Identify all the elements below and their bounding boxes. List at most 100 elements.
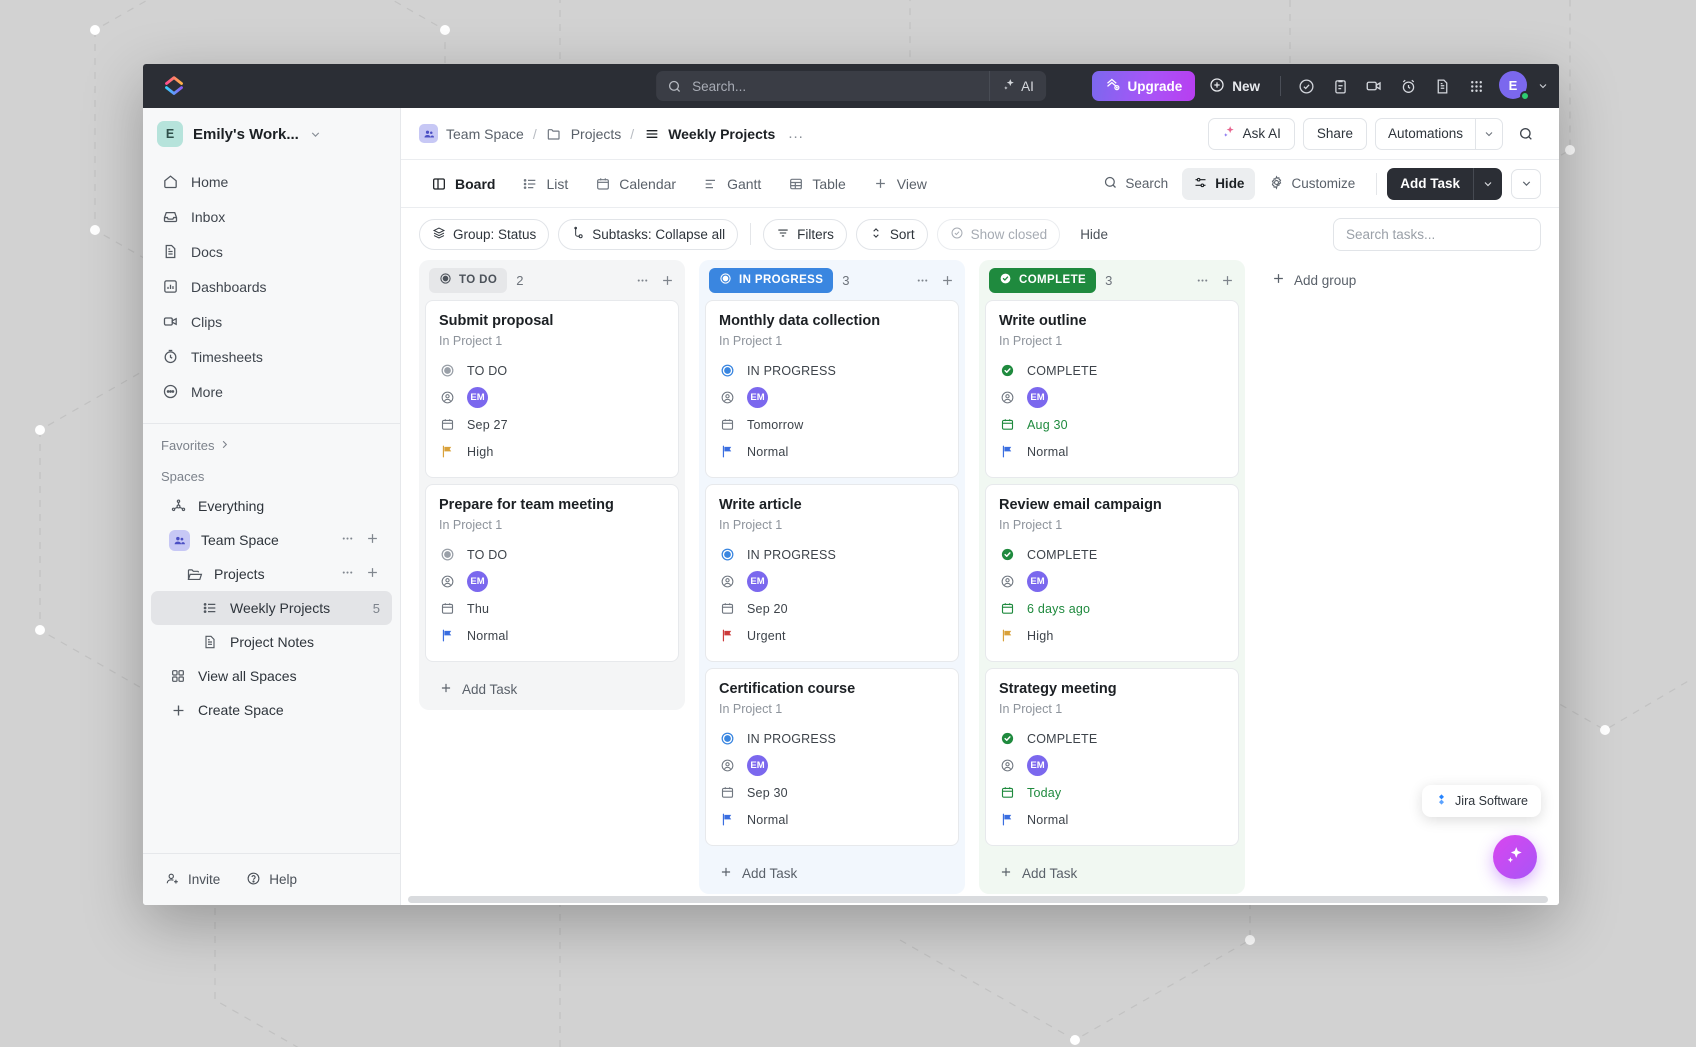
document-icon[interactable] bbox=[1427, 71, 1457, 101]
chevron-down-icon[interactable] bbox=[1475, 118, 1502, 149]
task-due-date-row[interactable]: Sep 20 bbox=[719, 595, 945, 622]
sidebar-item-project-notes[interactable]: Project Notes bbox=[151, 625, 392, 659]
help-button[interactable]: Help bbox=[246, 871, 297, 889]
breadcrumb-item-team-space[interactable]: Team Space bbox=[419, 124, 524, 143]
tab-gantt[interactable]: Gantt bbox=[691, 167, 772, 201]
task-priority-row[interactable]: Normal bbox=[999, 806, 1225, 833]
column-add-task[interactable]: Add Task bbox=[985, 852, 1239, 894]
task-assignee-row[interactable]: EM bbox=[439, 384, 665, 411]
breadcrumb-overflow-icon[interactable]: ... bbox=[784, 125, 808, 142]
task-status-row[interactable]: TO DO bbox=[439, 541, 665, 568]
sidebar-item-create-space[interactable]: Create Space bbox=[151, 693, 392, 727]
column-add-task[interactable]: Add Task bbox=[425, 668, 679, 710]
sidebar-item-home[interactable]: Home bbox=[151, 164, 392, 199]
task-assignee-row[interactable]: EM bbox=[999, 568, 1225, 595]
sidebar-item-projects[interactable]: Projects bbox=[151, 557, 392, 591]
automations-label[interactable]: Automations bbox=[1376, 119, 1475, 149]
customize-button[interactable]: Customize bbox=[1258, 168, 1366, 200]
subtasks-button[interactable]: Subtasks: Collapse all bbox=[558, 218, 739, 250]
global-search-box[interactable] bbox=[656, 71, 997, 101]
task-priority-row[interactable]: Normal bbox=[719, 806, 945, 833]
tab-calendar[interactable]: Calendar bbox=[583, 167, 687, 201]
task-assignee-row[interactable]: EM bbox=[999, 752, 1225, 779]
tab-board[interactable]: Board bbox=[419, 167, 506, 201]
clipboard-icon[interactable] bbox=[1325, 71, 1355, 101]
task-priority-row[interactable]: High bbox=[439, 438, 665, 465]
hide-fields-button[interactable]: Hide bbox=[1069, 219, 1119, 250]
task-priority-row[interactable]: Urgent bbox=[719, 622, 945, 649]
task-card[interactable]: Monthly data collection In Project 1 IN … bbox=[705, 300, 959, 478]
task-status-row[interactable]: COMPLETE bbox=[999, 725, 1225, 752]
more-options-icon[interactable] bbox=[915, 273, 930, 288]
task-assignee-row[interactable]: EM bbox=[999, 384, 1225, 411]
add-task-icon[interactable] bbox=[660, 273, 675, 288]
task-assignee-row[interactable]: EM bbox=[719, 752, 945, 779]
status-badge[interactable]: IN PROGRESS bbox=[709, 267, 834, 293]
app-grid-icon[interactable] bbox=[1461, 71, 1491, 101]
task-status-row[interactable]: IN PROGRESS bbox=[719, 725, 945, 752]
invite-button[interactable]: Invite bbox=[165, 871, 220, 889]
task-due-date-row[interactable]: Aug 30 bbox=[999, 411, 1225, 438]
sidebar-item-dashboards[interactable]: Dashboards bbox=[151, 269, 392, 304]
group-by-button[interactable]: Group: Status bbox=[419, 218, 550, 250]
sidebar-item-more[interactable]: More bbox=[151, 374, 392, 409]
sort-button[interactable]: Sort bbox=[855, 218, 928, 250]
task-card[interactable]: Strategy meeting In Project 1 COMPLETE E… bbox=[985, 668, 1239, 846]
add-view-button[interactable]: View bbox=[861, 167, 938, 201]
chevron-down-icon[interactable] bbox=[309, 128, 322, 141]
upgrade-button[interactable]: Upgrade bbox=[1092, 71, 1196, 101]
task-card[interactable]: Write outline In Project 1 COMPLETE EM A… bbox=[985, 300, 1239, 478]
sidebar-item-everything[interactable]: Everything bbox=[151, 489, 392, 523]
ai-button[interactable]: AI bbox=[989, 71, 1046, 101]
workspace-switcher[interactable]: E Emily's Work... bbox=[143, 108, 400, 160]
task-status-row[interactable]: COMPLETE bbox=[999, 357, 1225, 384]
sidebar-item-timesheets[interactable]: Timesheets bbox=[151, 339, 392, 374]
task-status-row[interactable]: TO DO bbox=[439, 357, 665, 384]
sidebar-item-inbox[interactable]: Inbox bbox=[151, 199, 392, 234]
more-options-icon[interactable] bbox=[635, 273, 650, 288]
column-add-task[interactable]: Add Task bbox=[705, 852, 959, 894]
new-button[interactable]: New bbox=[1199, 71, 1270, 101]
sidebar-item-team-space[interactable]: Team Space bbox=[151, 523, 392, 557]
video-camera-icon[interactable] bbox=[1359, 71, 1389, 101]
task-card[interactable]: Certification course In Project 1 IN PRO… bbox=[705, 668, 959, 846]
task-card[interactable]: Write article In Project 1 IN PROGRESS E… bbox=[705, 484, 959, 662]
task-priority-row[interactable]: Normal bbox=[719, 438, 945, 465]
task-due-date-row[interactable]: Sep 27 bbox=[439, 411, 665, 438]
add-group-button[interactable]: Add group bbox=[1259, 260, 1368, 300]
task-card[interactable]: Review email campaign In Project 1 COMPL… bbox=[985, 484, 1239, 662]
horizontal-scrollbar[interactable] bbox=[408, 896, 1548, 903]
task-status-row[interactable]: COMPLETE bbox=[999, 541, 1225, 568]
task-due-date-row[interactable]: Today bbox=[999, 779, 1225, 806]
sidebar-item-view-all-spaces[interactable]: View all Spaces bbox=[151, 659, 392, 693]
task-status-row[interactable]: IN PROGRESS bbox=[719, 357, 945, 384]
add-task-button[interactable]: Add Task bbox=[1387, 167, 1502, 200]
task-card[interactable]: Prepare for team meeting In Project 1 TO… bbox=[425, 484, 679, 662]
add-task-icon[interactable] bbox=[1220, 273, 1235, 288]
more-options-icon[interactable] bbox=[1195, 273, 1210, 288]
task-assignee-row[interactable]: EM bbox=[719, 568, 945, 595]
breadcrumb-item-weekly-projects[interactable]: Weekly Projects bbox=[643, 125, 775, 142]
search-icon[interactable] bbox=[1511, 119, 1541, 149]
show-closed-button[interactable]: Show closed bbox=[936, 218, 1061, 250]
alarm-clock-icon[interactable] bbox=[1393, 71, 1423, 101]
tab-list[interactable]: List bbox=[510, 167, 579, 201]
task-assignee-row[interactable]: EM bbox=[719, 384, 945, 411]
task-due-date-row[interactable]: Sep 30 bbox=[719, 779, 945, 806]
add-icon[interactable] bbox=[365, 565, 380, 583]
sidebar-item-docs[interactable]: Docs bbox=[151, 234, 392, 269]
task-card[interactable]: Submit proposal In Project 1 TO DO EM Se… bbox=[425, 300, 679, 478]
task-priority-row[interactable]: Normal bbox=[439, 622, 665, 649]
breadcrumb-item-projects[interactable]: Projects bbox=[546, 125, 621, 142]
favorites-section-header[interactable]: Favorites bbox=[143, 424, 400, 457]
ai-assistant-fab[interactable] bbox=[1493, 835, 1537, 879]
task-priority-row[interactable]: High bbox=[999, 622, 1225, 649]
jira-software-badge[interactable]: Jira Software bbox=[1422, 785, 1541, 817]
hide-button[interactable]: Hide bbox=[1182, 167, 1256, 200]
view-search-button[interactable]: Search bbox=[1092, 168, 1179, 200]
add-task-label[interactable]: Add Task bbox=[1387, 168, 1473, 200]
task-due-date-row[interactable]: Thu bbox=[439, 595, 665, 622]
avatar[interactable]: E bbox=[1499, 71, 1530, 101]
ask-ai-button[interactable]: Ask AI bbox=[1207, 117, 1295, 150]
add-task-icon[interactable] bbox=[940, 273, 955, 288]
